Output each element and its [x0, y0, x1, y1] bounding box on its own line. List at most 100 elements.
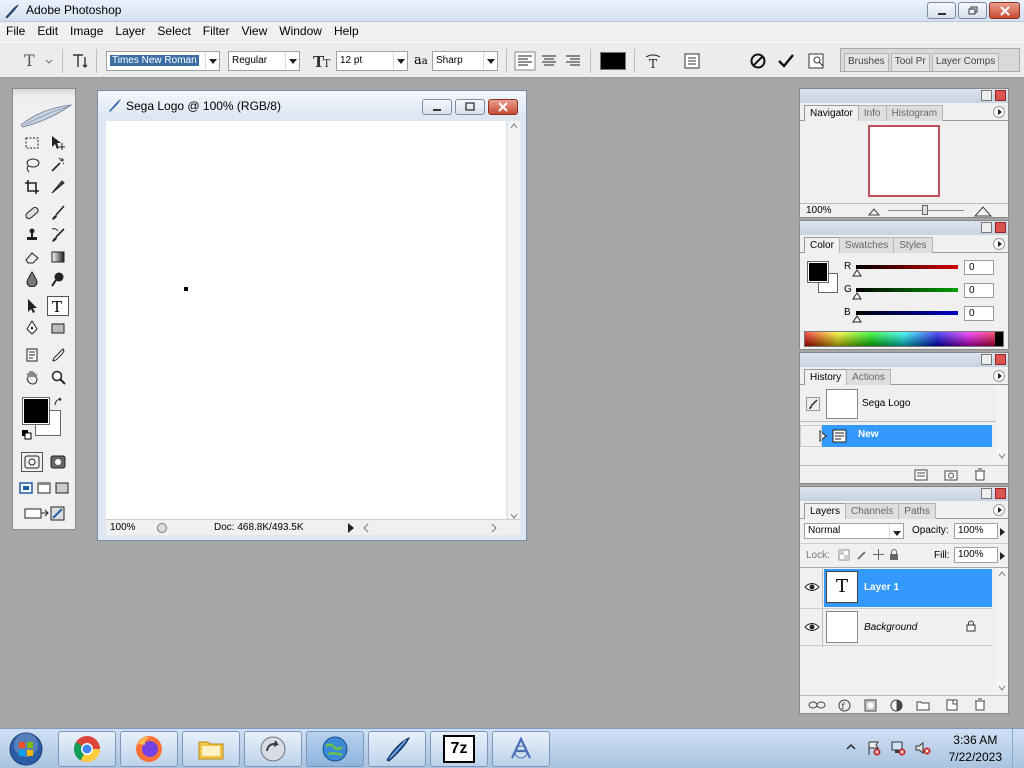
tab-styles[interactable]: Styles: [893, 237, 933, 253]
palettes-button[interactable]: [682, 51, 704, 71]
opacity-arrow-icon[interactable]: [998, 527, 1006, 537]
menu-help[interactable]: Help: [328, 22, 365, 42]
menu-select[interactable]: Select: [151, 22, 196, 42]
menu-window[interactable]: Window: [273, 22, 328, 42]
dodge-tool[interactable]: [47, 269, 69, 289]
foreground-color-swatch[interactable]: [22, 397, 50, 425]
panel-title-bar[interactable]: [800, 487, 1008, 501]
panel-close-icon[interactable]: [995, 488, 1006, 499]
tab-channels[interactable]: Channels: [845, 503, 900, 519]
layer-name[interactable]: Background: [864, 622, 917, 633]
red-slider-track[interactable]: [856, 265, 958, 269]
warp-text-button[interactable]: T: [642, 51, 664, 71]
lock-image-pixels-icon[interactable]: [856, 549, 868, 561]
panel-minimize-icon[interactable]: [981, 488, 992, 499]
new-document-from-state-icon[interactable]: [914, 469, 928, 481]
scroll-down-icon[interactable]: [998, 453, 1006, 459]
adjustment-layer-icon[interactable]: [890, 699, 903, 712]
minimize-button[interactable]: [927, 2, 956, 19]
show-desktop-button[interactable]: [1012, 729, 1024, 768]
tab-histogram[interactable]: Histogram: [885, 105, 944, 121]
panel-close-icon[interactable]: [995, 354, 1006, 365]
color-spectrum-bar[interactable]: [804, 331, 1004, 347]
taskbar-adobe-app[interactable]: [492, 731, 550, 767]
blur-tool[interactable]: [21, 269, 43, 289]
hand-tool[interactable]: [21, 367, 43, 387]
blue-value-input[interactable]: 0: [964, 306, 994, 321]
green-slider-track[interactable]: [856, 288, 958, 292]
history-state-new[interactable]: New: [822, 425, 992, 447]
status-menu-arrow-icon[interactable]: [346, 522, 356, 534]
menu-view[interactable]: View: [235, 22, 273, 42]
document-close-button[interactable]: [488, 99, 518, 115]
default-colors-icon[interactable]: [21, 429, 33, 441]
layer-row[interactable]: Background: [800, 608, 992, 647]
tab-color[interactable]: Color: [804, 237, 840, 253]
taskbar-photoshop[interactable]: [368, 731, 426, 767]
zoom-out-status-icon[interactable]: [156, 522, 168, 534]
slice-tool[interactable]: [47, 177, 69, 197]
tool-preset-picker[interactable]: T: [20, 51, 56, 71]
pen-tool[interactable]: [21, 318, 43, 338]
zoom-out-mountain-icon[interactable]: [868, 206, 880, 216]
document-title-bar[interactable]: Sega Logo @ 100% (RGB/8): [98, 91, 526, 119]
tray-show-hidden-icon[interactable]: [846, 742, 856, 755]
tab-swatches[interactable]: Swatches: [838, 237, 895, 253]
full-screen-mode-button[interactable]: [53, 478, 71, 498]
panel-close-icon[interactable]: [995, 222, 1006, 233]
menu-image[interactable]: Image: [64, 22, 109, 42]
document-zoom[interactable]: 100%: [110, 522, 136, 533]
cancel-edit-button[interactable]: [748, 51, 768, 71]
system-clock[interactable]: 3:36 AM 7/22/2023: [949, 733, 1002, 764]
scroll-right-icon[interactable]: [490, 523, 498, 533]
history-scrollbar[interactable]: [996, 387, 1008, 461]
taskbar-chrome[interactable]: [58, 731, 116, 767]
trash-icon[interactable]: [974, 468, 986, 481]
commit-edit-button[interactable]: [776, 51, 796, 71]
eraser-tool[interactable]: [21, 247, 43, 267]
panel-title-bar[interactable]: [800, 353, 1008, 367]
color-panel-fg-swatch[interactable]: [807, 261, 829, 283]
taskbar-globe-app[interactable]: [306, 731, 364, 767]
swap-colors-icon[interactable]: [53, 397, 65, 409]
tab-layers[interactable]: Layers: [804, 503, 847, 519]
history-brush-tool[interactable]: [47, 225, 69, 245]
delete-layer-trash-icon[interactable]: [974, 698, 986, 711]
scroll-up-icon[interactable]: [998, 571, 1006, 577]
fill-arrow-icon[interactable]: [998, 551, 1006, 561]
text-color-swatch[interactable]: [600, 52, 626, 70]
panel-title-bar[interactable]: [800, 221, 1008, 235]
antialias-select[interactable]: Sharp: [432, 51, 498, 71]
navigator-zoom-value[interactable]: 100%: [806, 205, 832, 216]
panel-title-bar[interactable]: [800, 89, 1008, 103]
scroll-left-icon[interactable]: [362, 523, 370, 533]
fill-input[interactable]: 100%: [954, 547, 998, 563]
blue-slider-track[interactable]: [856, 311, 958, 315]
green-value-input[interactable]: 0: [964, 283, 994, 298]
align-left-button[interactable]: [514, 51, 538, 71]
align-right-button[interactable]: [563, 51, 585, 71]
layer-mask-icon[interactable]: [864, 699, 877, 712]
eyedropper-tool[interactable]: [47, 345, 69, 365]
lock-transparent-pixels-icon[interactable]: [838, 549, 850, 561]
panel-minimize-icon[interactable]: [981, 354, 992, 365]
restore-button[interactable]: [958, 2, 987, 19]
panel-close-icon[interactable]: [995, 90, 1006, 101]
shape-tool[interactable]: [47, 318, 69, 338]
marquee-tool[interactable]: [21, 133, 43, 153]
lock-position-icon[interactable]: [872, 548, 885, 561]
blue-slider-thumb-icon[interactable]: [852, 315, 862, 323]
align-center-button[interactable]: [539, 51, 561, 71]
zoom-tool[interactable]: [47, 367, 69, 387]
new-group-folder-icon[interactable]: [916, 699, 930, 711]
healing-brush-tool[interactable]: [21, 203, 43, 223]
file-browser-button[interactable]: [806, 51, 830, 71]
move-tool[interactable]: [47, 133, 69, 153]
clone-stamp-tool[interactable]: [21, 225, 43, 245]
link-layers-icon[interactable]: [808, 700, 826, 710]
blend-mode-select[interactable]: Normal: [804, 523, 904, 539]
panel-menu-icon[interactable]: [993, 238, 1005, 250]
action-center-flag-icon[interactable]: [866, 740, 882, 756]
tab-paths[interactable]: Paths: [898, 503, 936, 519]
panel-menu-icon[interactable]: [993, 504, 1005, 516]
